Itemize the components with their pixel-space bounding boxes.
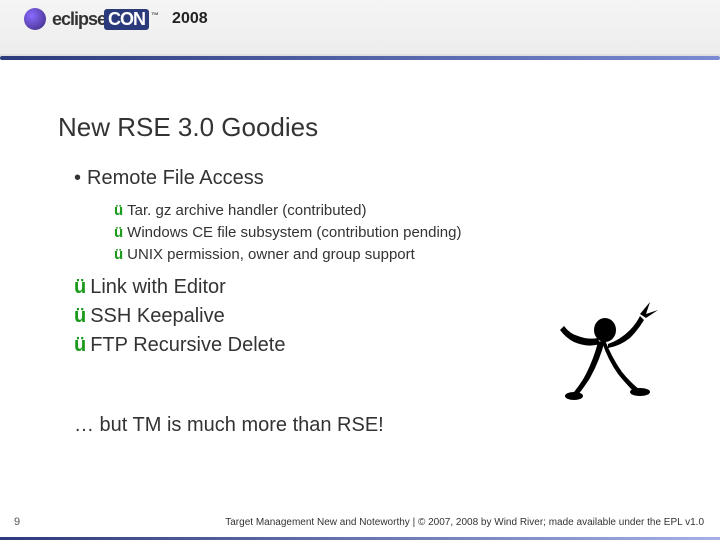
stick-figure-icon xyxy=(550,300,660,420)
feature-item: üLink with Editor xyxy=(74,273,688,302)
page-number: 9 xyxy=(14,516,20,528)
sub-item-text: UNIX permission, owner and group support xyxy=(127,246,415,263)
logo-text: eclipseCON™ xyxy=(52,9,158,30)
slide-header: eclipseCON™ 2008 xyxy=(0,0,720,56)
footer-text: Target Management New and Noteworthy | ©… xyxy=(225,517,704,528)
section-label: Remote File Access xyxy=(87,167,264,189)
check-icon: ü xyxy=(114,224,123,241)
conference-logo: eclipseCON™ 2008 xyxy=(24,8,208,30)
check-icon: ü xyxy=(114,202,123,219)
sub-item: üUNIX permission, owner and group suppor… xyxy=(114,244,688,266)
check-icon: ü xyxy=(74,305,86,327)
sub-item-text: Tar. gz archive handler (contributed) xyxy=(127,202,366,219)
sub-item: üWindows CE file subsystem (contribution… xyxy=(114,222,688,244)
sub-item-text: Windows CE file subsystem (contribution … xyxy=(127,224,461,241)
feature-text: Link with Editor xyxy=(90,276,226,298)
logo-prefix: eclipse xyxy=(52,9,106,29)
logo-suffix: CON xyxy=(104,9,149,30)
logo-year: 2008 xyxy=(172,10,208,28)
check-icon: ü xyxy=(114,246,123,263)
check-icon: ü xyxy=(74,276,86,298)
eclipse-orb-icon xyxy=(24,8,46,30)
bullet-icon: • xyxy=(74,167,81,189)
check-icon: ü xyxy=(74,334,86,356)
section-heading: • Remote File Access xyxy=(74,167,688,190)
sub-item: üTar. gz archive handler (contributed) xyxy=(114,200,688,222)
feature-text: SSH Keepalive xyxy=(90,305,225,327)
slide-title: New RSE 3.0 Goodies xyxy=(58,112,688,143)
trademark-symbol: ™ xyxy=(151,11,158,20)
feature-text: FTP Recursive Delete xyxy=(90,334,285,356)
